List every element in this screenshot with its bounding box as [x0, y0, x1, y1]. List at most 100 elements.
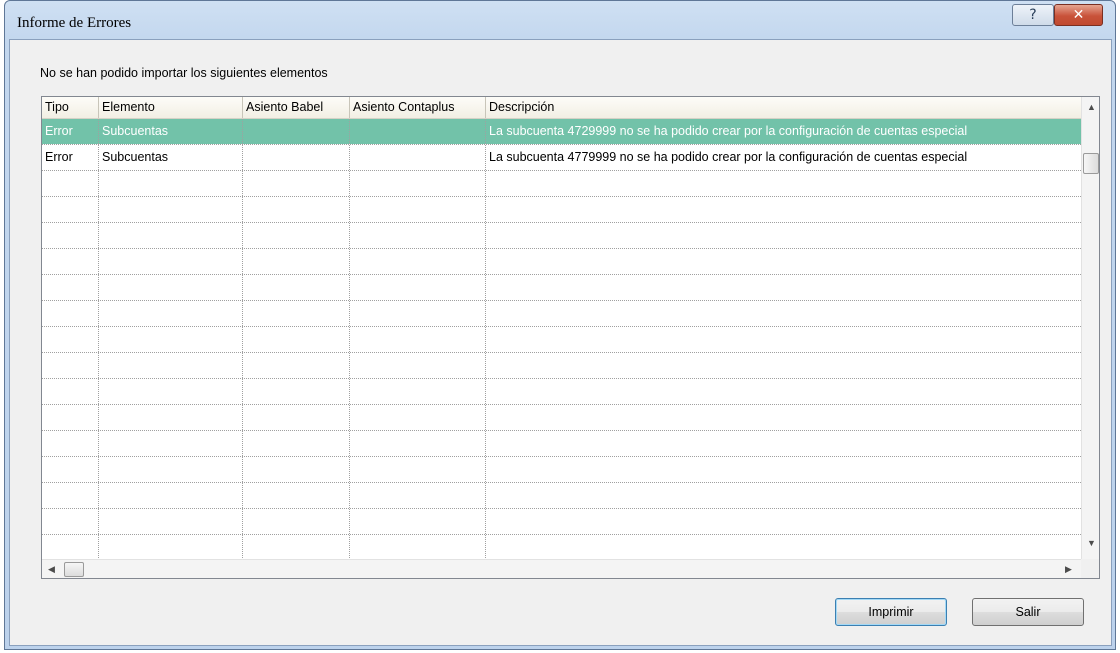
empty-row — [42, 535, 1081, 561]
table-cell — [350, 483, 486, 508]
horizontal-scrollbar[interactable]: ◀ ▶ — [42, 559, 1081, 578]
table-cell — [350, 275, 486, 300]
table-cell — [42, 457, 99, 482]
exit-button[interactable]: Salir — [972, 598, 1084, 626]
table-cell — [42, 197, 99, 222]
table-cell — [243, 145, 350, 170]
empty-row — [42, 197, 1081, 223]
info-message: No se han podido importar los siguientes… — [40, 66, 328, 80]
table-cell — [243, 535, 350, 560]
table-cell — [99, 327, 243, 352]
errors-grid[interactable]: Tipo Elemento Asiento Babel Asiento Cont… — [41, 96, 1100, 579]
help-icon: ? — [1029, 7, 1037, 23]
column-header-elemento[interactable]: Elemento — [99, 97, 243, 118]
vertical-scrollbar[interactable]: ▲ ▼ — [1081, 97, 1099, 559]
scrollbar-corner — [1081, 559, 1099, 578]
table-cell — [243, 249, 350, 274]
table-cell — [243, 171, 350, 196]
column-header-descripcion[interactable]: Descripción — [486, 97, 1081, 118]
table-row[interactable]: Error Subcuentas La subcuenta 4779999 no s… — [42, 145, 1081, 171]
table-cell — [243, 301, 350, 326]
table-cell: Error — [42, 145, 99, 170]
table-cell: Subcuentas — [99, 119, 243, 144]
table-cell — [486, 353, 1081, 378]
table-cell — [350, 457, 486, 482]
close-button[interactable]: ✕ — [1054, 4, 1103, 26]
table-cell — [243, 405, 350, 430]
table-cell — [42, 483, 99, 508]
table-cell: Subcuentas — [99, 145, 243, 170]
table-cell — [243, 509, 350, 534]
column-header-asiento-contaplus[interactable]: Asiento Contaplus — [350, 97, 486, 118]
print-button[interactable]: Imprimir — [835, 598, 947, 626]
help-button[interactable]: ? — [1012, 4, 1054, 26]
dialog-body: No se han podido importar los siguientes… — [9, 39, 1112, 646]
scroll-right-icon[interactable]: ▶ — [1065, 564, 1072, 575]
table-cell — [99, 431, 243, 456]
table-cell — [42, 353, 99, 378]
table-cell — [486, 197, 1081, 222]
empty-row — [42, 509, 1081, 535]
empty-row — [42, 301, 1081, 327]
table-cell — [486, 405, 1081, 430]
table-cell — [99, 275, 243, 300]
table-cell — [42, 509, 99, 534]
scroll-down-icon[interactable]: ▼ — [1087, 538, 1096, 548]
table-cell — [42, 535, 99, 560]
table-cell: La subcuenta 4779999 no se ha podido cre… — [489, 150, 968, 164]
table-cell — [350, 431, 486, 456]
table-cell — [350, 119, 486, 144]
table-cell: La subcuenta 4729999 no se ha podido cre… — [486, 119, 1081, 144]
empty-row — [42, 483, 1081, 509]
table-cell — [486, 249, 1081, 274]
table-cell: Error — [42, 119, 99, 144]
table-cell — [486, 171, 1081, 196]
table-cell — [350, 171, 486, 196]
table-row[interactable]: Error Subcuentas La subcuenta 4729999 no s… — [42, 119, 1081, 145]
table-cell — [42, 223, 99, 248]
table-cell — [350, 145, 486, 170]
table-cell — [99, 535, 243, 560]
empty-row — [42, 171, 1081, 197]
table-cell — [350, 353, 486, 378]
empty-row — [42, 353, 1081, 379]
table-cell — [42, 249, 99, 274]
table-cell — [486, 301, 1081, 326]
vertical-scroll-thumb[interactable] — [1083, 153, 1099, 174]
scroll-left-icon[interactable]: ◀ — [48, 564, 55, 575]
column-header-tipo[interactable]: Tipo — [42, 97, 99, 118]
table-cell — [486, 431, 1081, 456]
scroll-up-icon[interactable]: ▲ — [1087, 102, 1096, 112]
table-cell — [42, 379, 99, 404]
table-cell — [486, 223, 1081, 248]
table-cell — [350, 405, 486, 430]
empty-row — [42, 223, 1081, 249]
table-cell — [350, 535, 486, 560]
empty-row — [42, 431, 1081, 457]
table-cell — [243, 457, 350, 482]
table-cell — [243, 327, 350, 352]
horizontal-scroll-thumb[interactable] — [64, 562, 84, 577]
table-cell — [486, 509, 1081, 534]
table-cell — [350, 223, 486, 248]
table-cell — [243, 275, 350, 300]
window-title: Informe de Errores — [17, 15, 132, 31]
column-header-asiento-babel[interactable]: Asiento Babel — [243, 97, 350, 118]
table-cell — [486, 379, 1081, 404]
title-bar[interactable]: Informe de Errores ? ✕ — [5, 1, 1115, 39]
table-cell — [42, 301, 99, 326]
empty-row — [42, 327, 1081, 353]
table-cell — [350, 249, 486, 274]
empty-row — [42, 249, 1081, 275]
table-cell — [243, 223, 350, 248]
table-cell — [42, 327, 99, 352]
table-cell — [350, 197, 486, 222]
table-cell — [350, 327, 486, 352]
table-cell — [350, 379, 486, 404]
table-cell — [99, 509, 243, 534]
empty-row — [42, 379, 1081, 405]
table-cell — [99, 405, 243, 430]
table-cell — [486, 275, 1081, 300]
grid-header: Tipo Elemento Asiento Babel Asiento Cont… — [42, 97, 1081, 119]
table-cell — [42, 171, 99, 196]
